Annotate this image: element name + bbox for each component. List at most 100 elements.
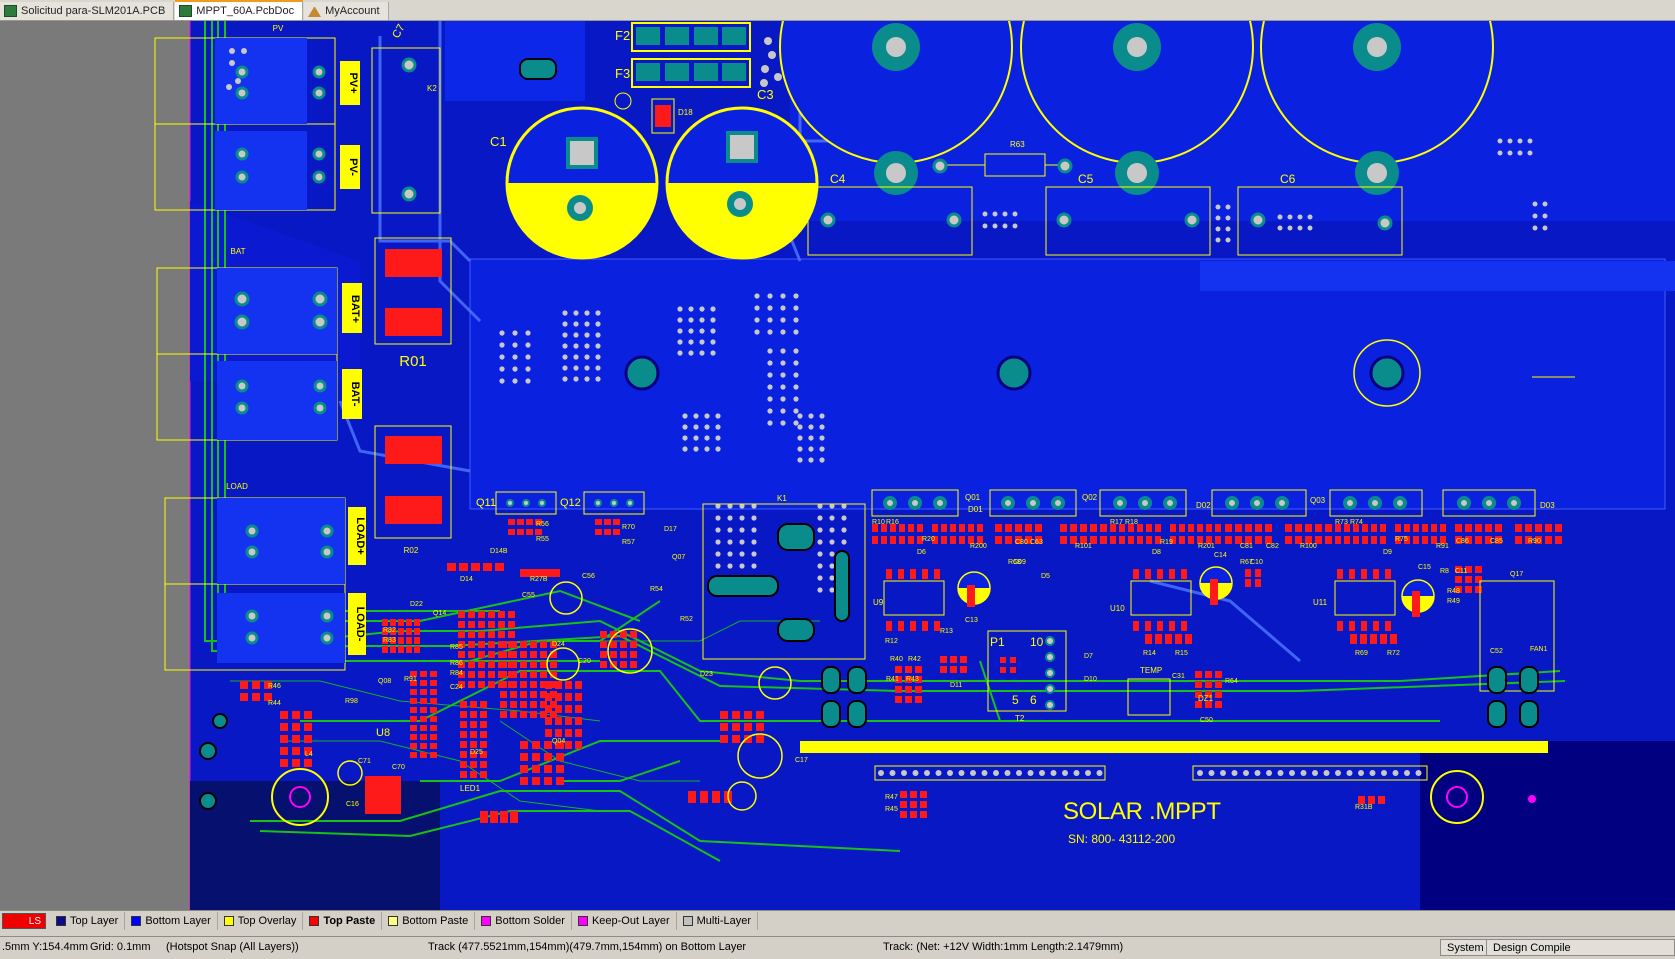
designator-r100: R100	[1300, 543, 1317, 550]
designator-r64: R64	[1225, 678, 1238, 685]
designator-r82: R82	[383, 627, 396, 634]
f3-label: F3	[615, 66, 630, 81]
designator-r98: R98	[345, 698, 358, 705]
designator-q08: Q08	[378, 678, 391, 685]
pcb-icon	[179, 5, 193, 17]
designator-r49: R49	[1447, 598, 1460, 605]
d01-label: D01	[968, 505, 983, 514]
layer-tab-multi-layer[interactable]: Multi-Layer	[677, 912, 759, 930]
designator-r13: R13	[940, 628, 953, 635]
layer-swatch	[131, 916, 142, 926]
layer-tab-top-overlay[interactable]: Top Overlay	[218, 912, 304, 930]
bat-connector[interactable]: BAT+ BAT- BAT	[156, 247, 362, 441]
designator-r73: R73	[1335, 519, 1348, 526]
designator-r55: R55	[536, 536, 549, 543]
designator-c86: C86	[1456, 538, 1469, 545]
designator-r44: R44	[268, 700, 281, 707]
pcb-icon	[4, 5, 17, 17]
designator-r69: R69	[1355, 650, 1368, 657]
tab-solicitud-pcb[interactable]: Solicitud para-SLM201A.PCB	[0, 2, 175, 20]
layer-tab-label: Bottom Paste	[402, 915, 469, 927]
layer-tab-bottom-layer[interactable]: Bottom Layer	[125, 912, 218, 930]
design-compiler-panel-button[interactable]: Design Compile	[1486, 939, 1675, 956]
designator-d6: D6	[917, 549, 926, 556]
q02-label: Q02	[1082, 493, 1098, 502]
k1-label: K1	[777, 494, 787, 503]
designator-d24: D24	[552, 641, 565, 648]
u9-label: U9	[873, 598, 884, 607]
q01-label: Q01	[965, 493, 981, 502]
designator-c24: C24	[450, 684, 463, 691]
designator-q14: Q14	[433, 610, 446, 617]
board-title-silk: SOLAR .MPPT	[1063, 798, 1221, 825]
layer-swatch	[388, 916, 399, 926]
designator-c85: C85	[1490, 538, 1503, 545]
d18-label: D18	[678, 108, 693, 117]
designator-r201: R201	[1198, 543, 1215, 550]
bat-plus-label: BAT+	[349, 295, 361, 323]
t2-label: T2	[1015, 714, 1025, 723]
designator-r14: R14	[1143, 650, 1156, 657]
load-group-label: LOAD	[226, 482, 248, 491]
k2-label: K2	[427, 84, 437, 93]
designator-c13: C13	[965, 617, 978, 624]
layer-swatch	[682, 916, 693, 926]
designator-c31: C31	[1172, 673, 1185, 680]
designator-r101: R101	[1075, 543, 1092, 550]
designator-q07: Q07	[672, 554, 685, 561]
c6-label: C6	[1280, 172, 1296, 186]
pcb-canvas[interactable]: PV+ PV- PV BAT+ BAT- BAT LOAD+ LOAD- LOA…	[0, 21, 1675, 910]
designator-c17: C17	[795, 757, 808, 764]
current-layer-indicator[interactable]: LS	[2, 913, 46, 929]
tab-myaccount[interactable]: MyAccount	[304, 2, 389, 20]
designator-c10: C10	[1250, 559, 1263, 566]
layer-swatch	[223, 916, 234, 926]
load-minus-label: LOAD-	[354, 607, 366, 642]
designator-r20: R20	[922, 536, 935, 543]
p1-label: P1	[990, 635, 1005, 649]
designator-d10: D10	[1084, 676, 1097, 683]
q12-label: Q12	[560, 497, 581, 509]
designator-r10: R10	[872, 519, 885, 526]
bat-group-label: BAT	[231, 247, 246, 256]
designator-r75: R75	[1395, 536, 1408, 543]
board-serial-silk: SN: 800- 43112-200	[1068, 832, 1176, 846]
net-info: Track: (Net: +12V Width:1mm Length:2.147…	[883, 941, 1124, 953]
layer-tab-label: Keep-Out Layer	[591, 915, 670, 927]
pcb-board-view[interactable]: PV+ PV- PV BAT+ BAT- BAT LOAD+ LOAD- LOA…	[0, 21, 1675, 910]
layer-tab-bottom-solder[interactable]: Bottom Solder	[475, 912, 572, 930]
designator-r84: R84	[450, 670, 463, 677]
designator-c56: C56	[582, 573, 595, 580]
designator-d8: D8	[1152, 549, 1161, 556]
designator-c63: C63	[1030, 539, 1043, 546]
layer-tab-bottom-paste[interactable]: Bottom Paste	[382, 912, 476, 930]
layer-tab-label: Multi-Layer	[696, 915, 752, 927]
designator-r54: R54	[650, 586, 663, 593]
designator-r70: R70	[622, 524, 635, 531]
bulk-capacitors[interactable]	[779, 21, 1494, 195]
system-panel-button[interactable]: System	[1440, 939, 1491, 956]
designator-c15: C15	[1418, 564, 1431, 571]
designator-c16: C16	[346, 801, 359, 808]
designator-d5: D5	[1041, 573, 1050, 580]
designator-l4: L4	[305, 751, 313, 758]
designator-d23: D23	[700, 671, 713, 678]
designator-r91: R91	[1436, 543, 1449, 550]
designator-c20: C20	[578, 658, 591, 665]
designator-d22: D22	[410, 601, 423, 608]
designator-c09: C09	[1013, 559, 1026, 566]
pv-minus-label: PV-	[347, 158, 359, 176]
layer-tab-keep-out[interactable]: Keep-Out Layer	[572, 912, 677, 930]
designator-c70: C70	[392, 764, 405, 771]
home-icon	[308, 5, 322, 17]
c1-label: C1	[490, 134, 507, 149]
layer-tab-top-paste[interactable]: Top Paste	[303, 912, 383, 930]
fan1-label: FAN1	[1530, 646, 1548, 653]
layer-tab-top-layer[interactable]: Top Layer	[50, 912, 126, 930]
designator-q04: Q04	[552, 738, 565, 745]
layer-tab-label: Top Paste	[323, 915, 376, 927]
designator-r8: R8	[1440, 568, 1449, 575]
bus-silk	[800, 741, 1548, 753]
tab-mppt-pcbdoc[interactable]: MPPT_60A.PcbDoc	[175, 0, 304, 20]
designator-r43: R43	[906, 676, 919, 683]
